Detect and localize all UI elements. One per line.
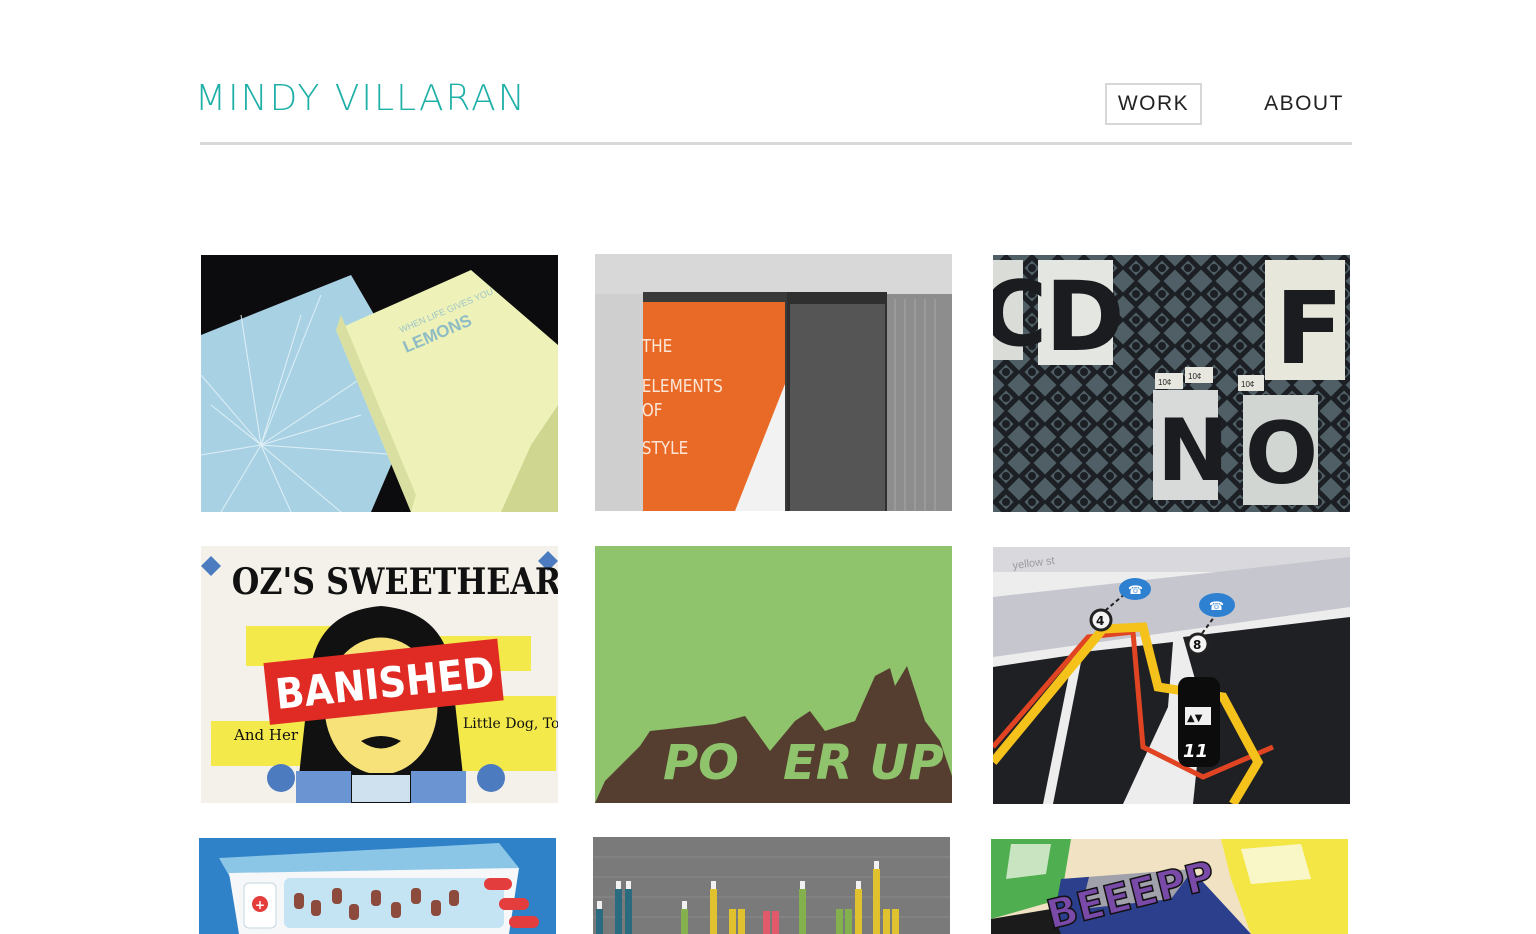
site-title[interactable]: MINDY VILLARAN — [195, 78, 527, 119]
power-up-image: PO ER UP — [595, 546, 952, 803]
project-tile-oz[interactable]: OZ'S SWEETHEART! BANISHED And Her Little… — [201, 546, 558, 803]
project-tile-elements-of-style[interactable]: THE ELEMENTS OF STYLE — [595, 254, 952, 511]
marker-4: 4 — [1096, 614, 1104, 628]
bar-figures-image — [593, 837, 950, 934]
marker-11: 11 — [1183, 741, 1208, 762]
book-line-2: ELEMENTS — [642, 375, 723, 397]
svg-text:▲▼: ▲▼ — [1187, 713, 1203, 724]
header-divider — [200, 142, 1352, 145]
price-tag-2: 10¢ — [1188, 372, 1201, 381]
svg-text:+: + — [255, 898, 265, 912]
book-line-4: STYLE — [642, 437, 689, 459]
nav-about-link[interactable]: ABOUT — [1258, 85, 1350, 123]
project-tile-letters[interactable]: D C F N O 10¢ 10¢ 10¢ — [993, 255, 1350, 512]
project-tile-bar-figures[interactable] — [593, 837, 950, 934]
elements-of-style-image: THE ELEMENTS OF STYLE — [595, 254, 952, 511]
project-tile-comic[interactable]: BEEEPP — [991, 839, 1348, 934]
project-tile-power-up[interactable]: PO ER UP — [595, 546, 952, 803]
letter-o: O — [1245, 404, 1318, 504]
pills-image: + — [199, 838, 556, 934]
book-line-1: THE — [641, 335, 672, 357]
phone-icon: ☎ — [1128, 583, 1143, 597]
letter-c: C — [993, 262, 1047, 367]
marker-8: 8 — [1193, 638, 1201, 652]
power-up-text-right: ER UP — [783, 735, 944, 791]
letters-image: D C F N O 10¢ 10¢ 10¢ — [993, 255, 1350, 512]
letter-d: D — [1045, 261, 1125, 373]
oz-poster-image: OZ'S SWEETHEART! BANISHED And Her Little… — [201, 546, 558, 803]
oz-right-caption: Little Dog, Too! — [463, 716, 558, 732]
price-tag-3: 10¢ — [1241, 380, 1254, 389]
phone-icon: ☎ — [1209, 599, 1224, 613]
lemons-image: WHEN LIFE GIVES YOU LEMONS — [201, 255, 558, 512]
letter-n: N — [1157, 401, 1229, 501]
price-tag-1: 10¢ — [1158, 378, 1171, 387]
comic-image: BEEEPP — [991, 839, 1348, 934]
project-tile-lemons[interactable]: WHEN LIFE GIVES YOU LEMONS — [201, 255, 558, 512]
project-tile-pills[interactable]: + — [199, 838, 556, 934]
power-up-text-left: PO — [663, 735, 739, 791]
nav-work-link[interactable]: WORK — [1105, 83, 1202, 125]
project-tile-transit[interactable]: yellow st ☎ ☎ 4 8 ▲▼ 11 — [993, 547, 1350, 804]
transit-map-image: yellow st ☎ ☎ 4 8 ▲▼ 11 — [993, 547, 1350, 804]
book-line-3: OF — [642, 399, 663, 421]
site-header: MINDY VILLARAN WORK ABOUT — [0, 0, 1536, 150]
oz-headline: OZ'S SWEETHEART! — [232, 560, 558, 602]
oz-left-caption: And Her — [233, 726, 299, 744]
letter-f: F — [1275, 270, 1343, 387]
